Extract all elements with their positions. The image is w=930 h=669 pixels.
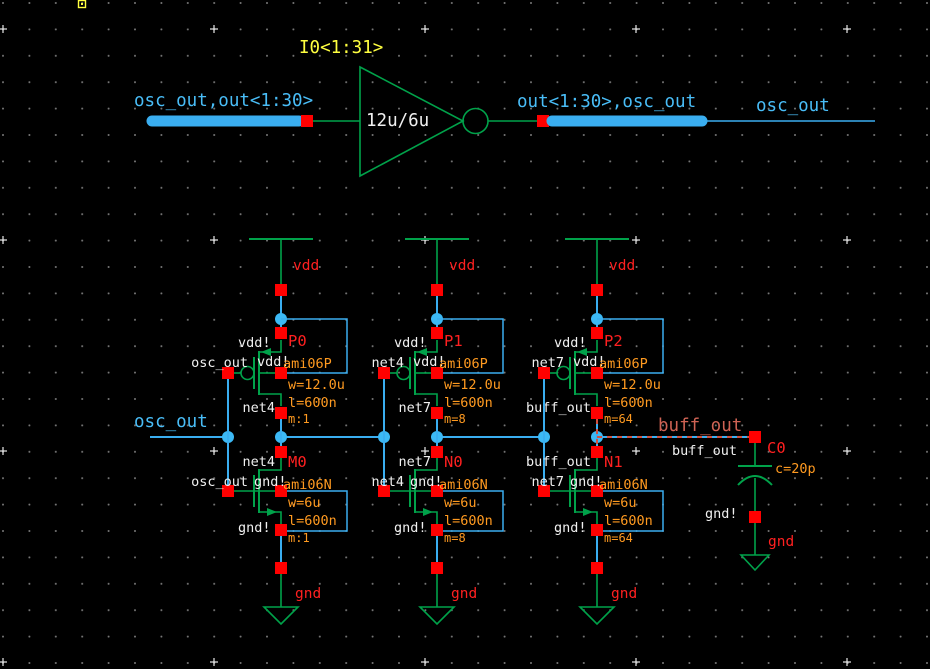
input-net-label[interactable]: osc_out: [134, 412, 208, 432]
nmos-gate-net-label[interactable]: osc_out: [191, 474, 248, 490]
pmos-instance-name[interactable]: P0: [288, 332, 307, 350]
gnd-label: gnd: [451, 586, 477, 602]
nmos-source-pin[interactable]: [431, 524, 443, 536]
pmos-model-label: ami06P: [439, 356, 488, 372]
pmos-gate-net-label[interactable]: net7: [531, 355, 564, 371]
nmos-instance-name[interactable]: M0: [288, 453, 307, 471]
pmos-source-pin[interactable]: [591, 327, 603, 339]
nmos-instance-name[interactable]: N0: [444, 453, 463, 471]
inverter-size-label: 12u/6u: [366, 111, 429, 131]
nmos-mult-label: m:1: [288, 531, 310, 545]
pmos-drain-pin[interactable]: [275, 407, 287, 419]
pmos-source-pin[interactable]: [431, 327, 443, 339]
nmos-source-net-label[interactable]: gnd!: [238, 520, 271, 536]
nmos-mult-label: m=8: [444, 531, 466, 545]
pmos-gate-net-label[interactable]: osc_out: [191, 355, 248, 371]
vdd-pin[interactable]: [275, 284, 287, 296]
cap-bottom-pin[interactable]: [749, 511, 761, 523]
nmos-source-pin[interactable]: [591, 524, 603, 536]
pmos-drain-net-label[interactable]: net4: [242, 400, 275, 416]
nmos-length-label: l=600n: [288, 513, 337, 529]
pmos-drain-pin[interactable]: [431, 407, 443, 419]
pmos-source-net-label[interactable]: vdd!: [394, 335, 427, 351]
nmos-mult-label: m=64: [604, 531, 633, 545]
input-bus-label[interactable]: osc_out,out<1:30>: [134, 91, 313, 111]
gnd-pin[interactable]: [591, 562, 603, 574]
nmos-drain-net-label[interactable]: net4: [242, 454, 275, 470]
nmos-gate-net-label[interactable]: net7: [531, 474, 564, 490]
pmos-source-net-label[interactable]: vdd!: [238, 335, 271, 351]
nmos-length-label: l=600n: [604, 513, 653, 529]
pmos-drain-net-label[interactable]: net7: [398, 400, 431, 416]
gnd-label: gnd: [295, 586, 321, 602]
cap-value-label: c=20p: [775, 461, 816, 477]
instance-name-label[interactable]: I0<1:31>: [299, 38, 383, 58]
nmos-source-net-label[interactable]: gnd!: [554, 520, 587, 536]
schematic-canvas[interactable]: I0<1:31> osc_out,out<1:30> 12u/6u out<1:…: [0, 0, 930, 669]
pmos-model-label: ami06P: [283, 356, 332, 372]
schematic-window[interactable]: I0<1:31> osc_out,out<1:30> 12u/6u out<1:…: [0, 0, 930, 669]
nmos-source-pin[interactable]: [275, 524, 287, 536]
pmos-instance-name[interactable]: P1: [444, 332, 463, 350]
nmos-gate-net-label[interactable]: net4: [371, 474, 404, 490]
gnd-label: gnd: [611, 586, 637, 602]
pmos-width-label: w=12.0u: [604, 377, 661, 393]
nmos-drain-pin[interactable]: [431, 446, 443, 458]
gnd-label: gnd: [768, 534, 794, 550]
pmos-width-label: w=12.0u: [444, 377, 501, 393]
pmos-gate-net-label[interactable]: net4: [371, 355, 404, 371]
pmos-drain-pin[interactable]: [591, 407, 603, 419]
nmos-model-label: ami06N: [283, 477, 332, 493]
vdd-pin[interactable]: [431, 284, 443, 296]
vdd-label: vdd: [449, 258, 475, 274]
pmos-model-label: ami06P: [599, 356, 648, 372]
vdd-label: vdd: [609, 258, 635, 274]
pmos-length-label: l=600n: [444, 395, 493, 411]
nmos-bulk-net-label[interactable]: gnd!: [570, 474, 603, 490]
vdd-pin[interactable]: [591, 284, 603, 296]
cap-top-pin[interactable]: [749, 431, 761, 443]
pmos-mult-label: m=8: [444, 412, 466, 426]
nmos-drain-pin[interactable]: [591, 446, 603, 458]
nmos-instance-name[interactable]: N1: [604, 453, 623, 471]
pmos-mult-label: m:1: [288, 412, 310, 426]
gnd-pin[interactable]: [431, 562, 443, 574]
nmos-drain-pin[interactable]: [275, 446, 287, 458]
pmos-instance-name[interactable]: P2: [604, 332, 623, 350]
osc-out-net-label[interactable]: osc_out: [756, 96, 830, 116]
pmos-source-net-label[interactable]: vdd!: [554, 335, 587, 351]
pmos-source-pin[interactable]: [275, 327, 287, 339]
nmos-width-label: w=6u: [444, 495, 477, 511]
highlighted-net-label[interactable]: buff_out: [658, 416, 742, 436]
nmos-width-label: w=6u: [604, 495, 637, 511]
pmos-mult-label: m=64: [604, 412, 633, 426]
cap-instance-name[interactable]: C0: [767, 439, 786, 457]
pmos-width-label: w=12.0u: [288, 377, 345, 393]
nmos-bulk-net-label[interactable]: gnd!: [254, 474, 287, 490]
cap-top-net-label[interactable]: buff_out: [672, 443, 737, 459]
pmos-drain-net-label[interactable]: buff_out: [526, 400, 591, 416]
nmos-source-net-label[interactable]: gnd!: [394, 520, 427, 536]
vdd-label: vdd: [293, 258, 319, 274]
pmos-length-label: l=600n: [288, 395, 337, 411]
nmos-model-label: ami06N: [439, 477, 488, 493]
pmos-length-label: l=600n: [604, 395, 653, 411]
inverter-input-pin[interactable]: [301, 115, 313, 127]
nmos-model-label: ami06N: [599, 477, 648, 493]
nmos-width-label: w=6u: [288, 495, 321, 511]
gnd-pin[interactable]: [275, 562, 287, 574]
nmos-drain-net-label[interactable]: net7: [398, 454, 431, 470]
nmos-bulk-net-label[interactable]: gnd!: [410, 474, 443, 490]
nmos-drain-net-label[interactable]: buff_out: [526, 454, 591, 470]
cap-bottom-net-label[interactable]: gnd!: [705, 506, 738, 522]
nmos-length-label: l=600n: [444, 513, 493, 529]
output-bus-label[interactable]: out<1:30>,osc_out: [517, 92, 696, 112]
